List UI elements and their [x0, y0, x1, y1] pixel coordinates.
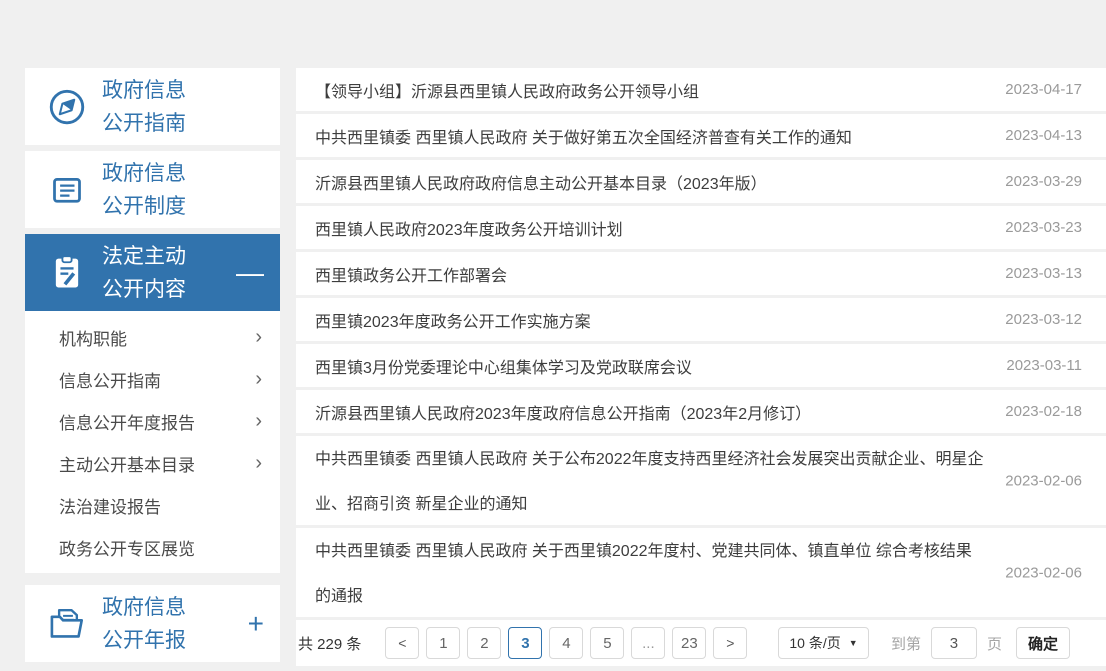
list-item[interactable]: 西里镇2023年度政务公开工作实施方案 2023-03-12	[296, 298, 1106, 341]
page-button[interactable]: 23	[672, 627, 706, 659]
article-title: 沂源县西里镇人民政府2023年度政府信息公开指南（2023年2月修订）	[315, 400, 811, 424]
publish-date: 2023-02-06	[1005, 564, 1082, 581]
list-item[interactable]: 中共西里镇委 西里镇人民政府 关于西里镇2022年度村、党建共同体、镇直单位 综…	[296, 528, 1106, 617]
publish-date: 2023-03-11	[992, 357, 1082, 374]
total-count: 共 229 条	[298, 633, 361, 654]
article-list: 【领导小组】沂源县西里镇人民政府政务公开领导小组 2023-04-17 中共西里…	[296, 68, 1106, 617]
list-item[interactable]: 西里镇人民政府2023年度政务公开培训计划 2023-03-23	[296, 206, 1106, 249]
publish-date: 2023-03-12	[991, 311, 1082, 328]
sidebar-subitem-label: 法治建设报告	[59, 493, 161, 518]
page-buttons: 12345...23	[426, 627, 713, 659]
sidebar-subitem-label: 主动公开基本目录	[59, 451, 195, 476]
article-list-panel: 【领导小组】沂源县西里镇人民政府政务公开领导小组 2023-04-17 中共西里…	[296, 68, 1106, 666]
document-lines-icon	[45, 168, 89, 212]
sidebar-subitem[interactable]: 机构职能 ›	[25, 316, 280, 358]
sidebar-item-legal-active-disclosure[interactable]: 法定主动 公开内容 —	[25, 234, 280, 311]
sidebar-item-label: 政府信息 公开年报	[102, 591, 186, 657]
sidebar-subitem-label: 信息公开年度报告	[59, 409, 195, 434]
sidebar-subitem-label: 政务公开专区展览	[59, 535, 195, 560]
sidebar-item-gov-info-annual-report[interactable]: 政府信息 公开年报 +	[25, 585, 280, 662]
compass-icon	[45, 85, 89, 129]
page-button[interactable]: 4	[549, 627, 583, 659]
page-button[interactable]: 1	[426, 627, 460, 659]
list-item[interactable]: 沂源县西里镇人民政府政府信息主动公开基本目录（2023年版） 2023-03-2…	[296, 160, 1106, 203]
page-button[interactable]: 2	[467, 627, 501, 659]
goto-page-input[interactable]	[931, 627, 977, 659]
publish-date: 2023-03-29	[991, 173, 1082, 190]
sidebar-item-gov-info-guide[interactable]: 政府信息 公开指南	[25, 68, 280, 145]
chevron-right-icon: ›	[255, 453, 262, 473]
sidebar-item-label: 政府信息 公开指南	[102, 74, 186, 140]
article-title: 西里镇人民政府2023年度政务公开培训计划	[315, 216, 623, 240]
page-button[interactable]: 5	[590, 627, 624, 659]
confirm-button[interactable]: 确定	[1016, 627, 1070, 659]
page-button[interactable]: ...	[631, 627, 665, 659]
sidebar-subitem[interactable]: 信息公开年度报告 ›	[25, 400, 280, 442]
publish-date: 2023-02-06	[1005, 472, 1082, 489]
publish-date: 2023-04-13	[991, 127, 1082, 144]
article-title: 西里镇2023年度政务公开工作实施方案	[315, 308, 591, 332]
publish-date: 2023-02-18	[991, 403, 1082, 420]
page-button[interactable]: 3	[508, 627, 542, 659]
article-title: 中共西里镇委 西里镇人民政府 关于西里镇2022年度村、党建共同体、镇直单位 综…	[315, 528, 986, 619]
list-item[interactable]: 沂源县西里镇人民政府2023年度政府信息公开指南（2023年2月修订） 2023…	[296, 390, 1106, 433]
sidebar-subitem[interactable]: 法治建设报告 ›	[25, 484, 280, 526]
goto-page-group: 到第 页 确定	[891, 627, 1070, 659]
list-item[interactable]: 中共西里镇委 西里镇人民政府 关于做好第五次全国经济普查有关工作的通知 2023…	[296, 114, 1106, 157]
goto-suffix-label: 页	[987, 633, 1002, 654]
expand-plus-icon[interactable]: +	[248, 610, 264, 638]
chevron-down-icon: ▼	[849, 638, 858, 648]
pagination-bar: 共 229 条 < 12345...23 > 10 条/页 ▼ 到第 页 确定	[296, 620, 1106, 666]
publish-date: 2023-04-17	[991, 81, 1082, 98]
sidebar-subitem-label: 信息公开指南	[59, 367, 161, 392]
sidebar-item-label: 法定主动 公开内容	[102, 240, 186, 306]
sidebar-item-label: 政府信息 公开制度	[102, 157, 186, 223]
collapse-minus-icon[interactable]: —	[236, 259, 264, 287]
clipboard-pencil-icon	[45, 251, 89, 295]
goto-prefix-label: 到第	[891, 633, 921, 654]
sidebar: 政府信息 公开指南 政府信息 公开制度	[25, 68, 280, 668]
prev-page-button[interactable]: <	[385, 627, 419, 659]
page-size-label: 10 条/页	[789, 633, 840, 653]
chevron-right-icon: ›	[255, 369, 262, 389]
page-size-select[interactable]: 10 条/页 ▼	[778, 627, 868, 659]
sidebar-item-gov-info-system[interactable]: 政府信息 公开制度	[25, 151, 280, 228]
sidebar-subitem-label: 机构职能	[59, 325, 127, 350]
list-item[interactable]: 西里镇政务公开工作部署会 2023-03-13	[296, 252, 1106, 295]
list-item[interactable]: 【领导小组】沂源县西里镇人民政府政务公开领导小组 2023-04-17	[296, 68, 1106, 111]
article-title: 中共西里镇委 西里镇人民政府 关于公布2022年度支持西里经济社会发展突出贡献企…	[315, 436, 986, 527]
page: 政府信息 公开指南 政府信息 公开制度	[0, 0, 1106, 671]
publish-date: 2023-03-13	[991, 265, 1082, 282]
sidebar-subitem[interactable]: 政务公开专区展览 ›	[25, 526, 280, 568]
chevron-right-icon: ›	[255, 327, 262, 347]
sidebar-subitem[interactable]: 主动公开基本目录 ›	[25, 442, 280, 484]
article-title: 中共西里镇委 西里镇人民政府 关于做好第五次全国经济普查有关工作的通知	[315, 124, 852, 148]
publish-date: 2023-03-23	[991, 219, 1082, 236]
folder-report-icon	[45, 602, 89, 646]
sidebar-submenu: 机构职能 › 信息公开指南 › 信息公开年度报告 › 主动公开基本目录 › 法治…	[25, 311, 280, 573]
next-page-button[interactable]: >	[713, 627, 747, 659]
article-title: 沂源县西里镇人民政府政府信息主动公开基本目录（2023年版）	[315, 170, 767, 194]
article-title: 西里镇政务公开工作部署会	[315, 262, 507, 286]
sidebar-subitem[interactable]: 信息公开指南 ›	[25, 358, 280, 400]
list-item[interactable]: 中共西里镇委 西里镇人民政府 关于公布2022年度支持西里经济社会发展突出贡献企…	[296, 436, 1106, 525]
list-item[interactable]: 西里镇3月份党委理论中心组集体学习及党政联席会议 2023-03-11	[296, 344, 1106, 387]
chevron-right-icon: ›	[255, 411, 262, 431]
article-title: 【领导小组】沂源县西里镇人民政府政务公开领导小组	[315, 78, 699, 102]
article-title: 西里镇3月份党委理论中心组集体学习及党政联席会议	[315, 354, 692, 378]
